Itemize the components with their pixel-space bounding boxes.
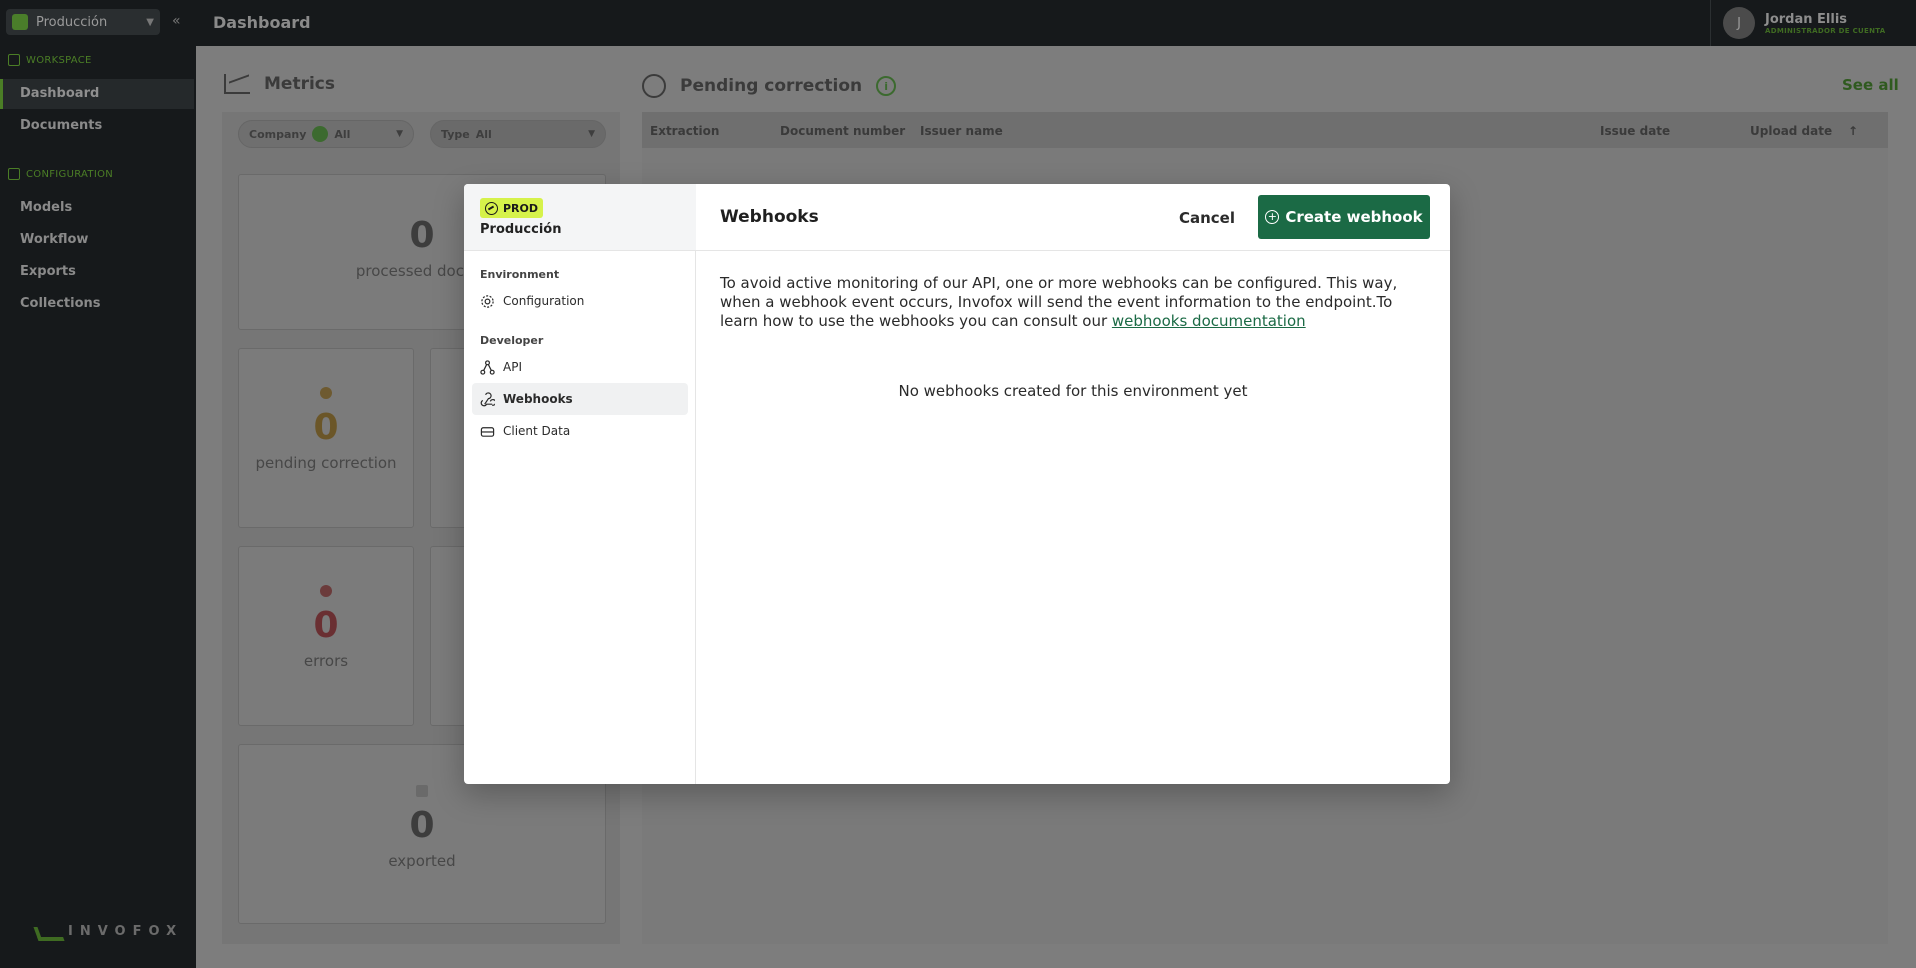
environment-badge: PROD [480,198,544,218]
modal-nav-webhooks[interactable]: Webhooks [472,383,688,415]
modal-content: Webhooks Cancel + Create webhook To avoi… [696,184,1450,784]
environment-badge-icon [485,201,498,215]
webhook-icon [480,391,495,406]
webhooks-documentation-link[interactable]: webhooks documentation [1112,312,1306,330]
modal-header: Webhooks Cancel + Create webhook [696,184,1450,251]
modal-nav-client-data[interactable]: Client Data [472,415,688,447]
create-webhook-button[interactable]: + Create webhook [1258,195,1430,239]
group-environment: Environment [480,268,560,281]
modal-nav-configuration[interactable]: Configuration [472,285,688,317]
settings-modal: PROD Producción Environment Configuratio… [464,184,1450,784]
cancel-button[interactable]: Cancel [1166,196,1248,240]
webhooks-description: To avoid active monitoring of our API, o… [720,274,1398,330]
environment-name: Producción [480,222,562,237]
gear-icon [481,294,494,308]
database-icon [480,426,495,437]
empty-state-message: No webhooks created for this environment… [898,382,1248,400]
api-icon [480,359,495,375]
modal-title: Webhooks [720,207,819,227]
modal-nav-api[interactable]: API [472,351,688,383]
add-circle-icon: + [1265,210,1280,224]
modal-sidebar-header: PROD Producción [464,184,696,251]
modal-sidebar: PROD Producción Environment Configuratio… [464,184,696,784]
group-developer: Developer [480,334,544,347]
